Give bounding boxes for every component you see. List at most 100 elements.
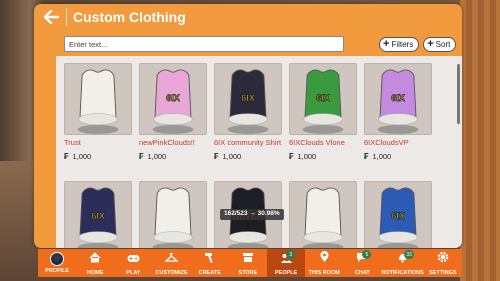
nav-item-chat[interactable]: CHAT 5 [343, 249, 381, 277]
hammer-icon [204, 250, 216, 268]
clothing-item[interactable]: Trust ₣ 1,000 [64, 63, 132, 161]
bottom-nav: PROFILE HOME PLAY CUSTOMIZE CREATE STORE PEOPL… [38, 249, 462, 277]
nav-label: PEOPLE [274, 270, 298, 276]
price-value: 1,000 [147, 152, 167, 161]
nav-item-settings[interactable]: SETTINGS [424, 249, 462, 277]
nav-label: CUSTOMIZE [155, 270, 188, 276]
item-name[interactable]: newPinkClouds!! [139, 138, 207, 147]
shirt-icon: 6IX [377, 69, 419, 134]
notification-badge: 3 [286, 250, 296, 259]
svg-text:6IX: 6IX [391, 93, 405, 103]
nav-label: CREATE [198, 270, 221, 276]
shirt-icon: 6IX [152, 69, 194, 134]
home-icon [89, 250, 101, 268]
item-name[interactable]: 6IXCloudsVP [364, 138, 432, 147]
sort-button[interactable]: + Sort [423, 36, 457, 52]
gamepad-icon [127, 250, 140, 268]
nav-item-home[interactable]: HOME [76, 249, 114, 277]
gear-icon [437, 250, 449, 268]
plus-icon: + [383, 37, 390, 50]
plus-icon: + [427, 37, 434, 50]
nav-label: THIS ROOM [308, 270, 340, 276]
nav-item-customize[interactable]: CUSTOMIZE [152, 249, 190, 277]
filters-button[interactable]: + Filters [379, 36, 420, 52]
shirt-thumbnail[interactable]: 6IX [289, 63, 357, 135]
nav-item-store[interactable]: STORE [229, 249, 267, 277]
notification-badge: 33 [404, 250, 414, 259]
item-price: ₣ 1,000 [364, 152, 432, 161]
price-value: 1,000 [222, 152, 242, 161]
clothing-item[interactable]: 6IX [364, 181, 432, 248]
svg-text:6IX: 6IX [166, 93, 180, 103]
clothing-item[interactable] [289, 181, 357, 248]
nav-item-play[interactable]: PLAY [114, 249, 152, 277]
shirt-thumbnail[interactable] [64, 63, 132, 135]
clothing-item[interactable]: 6IX newPinkClouds!! ₣ 1,000 [139, 63, 207, 161]
clothing-item[interactable]: 6IX 6IXClouds Vlone ₣ 1,000 [289, 63, 357, 161]
shirt-icon [302, 187, 344, 248]
clothing-item[interactable]: 6IX 6IX community Shirt ₣ 1,000 [214, 63, 282, 161]
shirt-icon: 6IX [227, 69, 269, 134]
notification-badge: 5 [362, 250, 372, 259]
clothing-item[interactable]: 6IX 6IXCloudsVP ₣ 1,000 [364, 63, 432, 161]
item-price: ₣ 1,000 [289, 152, 357, 161]
sort-label: Sort [435, 39, 451, 49]
page-title: Custom Clothing [73, 9, 186, 25]
clothing-item[interactable] [139, 181, 207, 248]
shirt-thumbnail[interactable]: 6IX [364, 63, 432, 135]
nav-label: NOTIFICATIONS [381, 270, 424, 276]
nav-label: PLAY [126, 270, 141, 276]
price-value: 1,000 [297, 152, 317, 161]
shirt-icon [152, 187, 194, 248]
item-name[interactable]: 6IX community Shirt [214, 138, 282, 147]
item-price: ₣ 1,000 [214, 152, 282, 161]
shirt-thumbnail[interactable]: 6IX [364, 181, 432, 248]
shirt-thumbnail[interactable] [139, 181, 207, 248]
back-button[interactable] [40, 6, 62, 28]
shirt-icon: 6IX [377, 187, 419, 248]
shirt-thumbnail[interactable]: 6IX [214, 63, 282, 135]
shirt-icon: 6IX [77, 187, 119, 248]
header-divider [66, 8, 67, 26]
item-price: ₣ 1,000 [64, 152, 132, 161]
avatar-icon [50, 252, 65, 266]
currency-icon: ₣ [139, 152, 144, 161]
search-row: + Filters + Sort [64, 34, 462, 54]
item-name[interactable]: 6IXClouds Vlone [289, 138, 357, 147]
nav-item-notifications[interactable]: NOTIFICATIONS 33 [381, 249, 424, 277]
panel-header: Custom Clothing [34, 4, 462, 30]
nav-label: HOME [86, 270, 104, 276]
price-value: 1,000 [372, 152, 392, 161]
filters-label: Filters [391, 39, 414, 49]
progress-tooltip: 162/523 → 30.98% [220, 209, 284, 220]
nav-label: SETTINGS [429, 270, 457, 276]
nav-item-create[interactable]: CREATE [191, 249, 229, 277]
currency-icon: ₣ [289, 152, 294, 161]
scrollbar[interactable] [457, 64, 460, 124]
nav-label: STORE [238, 270, 258, 276]
item-price: ₣ 1,000 [139, 152, 207, 161]
svg-text:6IX: 6IX [91, 211, 105, 221]
svg-text:6IX: 6IX [316, 93, 330, 103]
nav-item-people[interactable]: PEOPLE 3 [266, 249, 306, 277]
nav-label: CHAT [354, 270, 370, 276]
hanger-icon [164, 250, 179, 268]
shirt-thumbnail[interactable]: 6IX [139, 63, 207, 135]
nav-item-profile[interactable]: PROFILE [38, 249, 76, 277]
shirt-icon [77, 69, 119, 134]
location-pin-icon [320, 250, 329, 268]
shirt-icon: 6IX [302, 69, 344, 134]
arrow-left-icon [43, 10, 59, 24]
nav-item-this-room[interactable]: THIS ROOM [305, 249, 343, 277]
clothing-item[interactable]: 6IX [64, 181, 132, 248]
price-value: 1,000 [72, 152, 92, 161]
search-input[interactable] [64, 36, 344, 52]
shirt-thumbnail[interactable]: 6IX [64, 181, 132, 248]
currency-icon: ₣ [64, 152, 69, 161]
svg-text:6IX: 6IX [241, 93, 255, 103]
store-icon [242, 250, 254, 268]
item-name[interactable]: Trust [64, 138, 132, 147]
svg-text:6IX: 6IX [391, 211, 405, 221]
shirt-thumbnail[interactable] [289, 181, 357, 248]
currency-icon: ₣ [214, 152, 219, 161]
